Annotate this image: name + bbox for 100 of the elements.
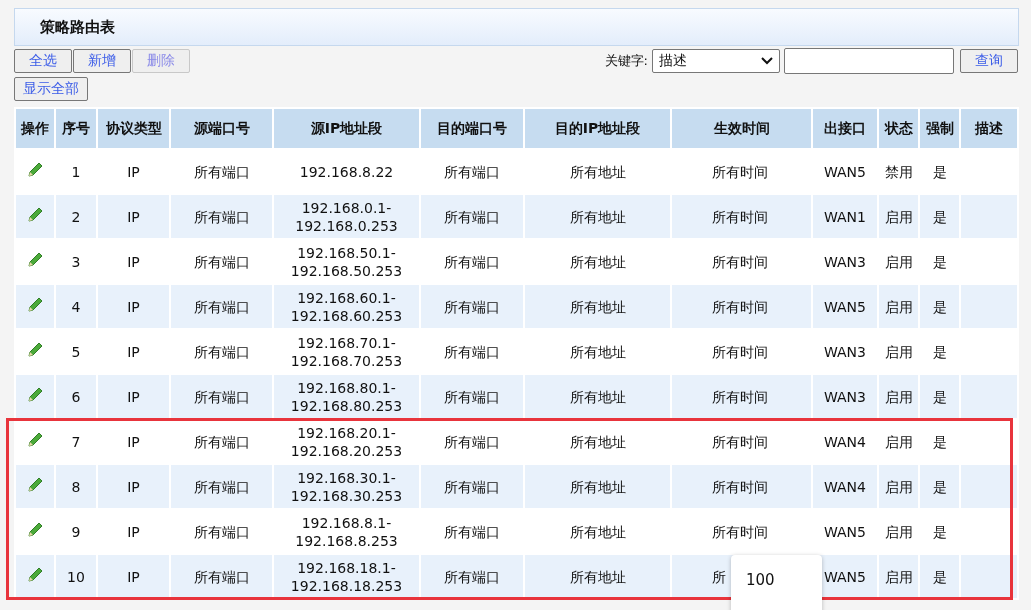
table-cell: 所有端口 — [193, 208, 250, 225]
table-cell: 所有端口 — [193, 253, 250, 270]
table-cell: 所有端口 — [193, 478, 250, 495]
column-header: 状态 — [878, 108, 919, 149]
table-cell: WAN1 — [823, 208, 866, 225]
table-cell: IP — [127, 163, 140, 180]
table-cell: 192.168.20.1- 192.168.20.253 — [290, 424, 403, 459]
toolbar-button[interactable]: 全选 — [14, 49, 72, 73]
pencil-icon[interactable] — [26, 250, 44, 269]
table-cell: 是 — [932, 343, 947, 360]
table-cell: 所有端口 — [193, 298, 250, 315]
table-cell: 是 — [932, 478, 947, 495]
column-header: 强制 — [919, 108, 960, 149]
table-cell: IP — [127, 568, 140, 585]
table-cell: 所有时间 — [712, 208, 768, 225]
column-header: 出接口 — [812, 108, 878, 149]
pencil-icon[interactable] — [26, 295, 44, 314]
table-cell: 所有地址 — [569, 343, 626, 360]
page-title: 策略路由表 — [40, 17, 115, 37]
pencil-icon[interactable] — [26, 385, 44, 404]
table-cell: 所有地址 — [569, 388, 626, 405]
table-cell: 所有端口 — [193, 433, 250, 450]
table-cell: 所有时间 — [712, 343, 768, 360]
table-cell: 所有端口 — [444, 568, 500, 585]
pencil-icon[interactable] — [26, 475, 44, 494]
table-cell: 所有地址 — [569, 298, 626, 315]
table-cell: 192.168.8.1- 192.168.8.253 — [295, 514, 398, 549]
table-cell: 启用 — [884, 568, 913, 585]
dropdown-popup[interactable]: 100 — [731, 555, 822, 610]
table-cell: 192.168.30.1- 192.168.30.253 — [290, 469, 403, 504]
table-cell: 所有地址 — [569, 208, 626, 225]
table-cell: 启用 — [884, 523, 913, 540]
column-header: 序号 — [55, 108, 97, 149]
pencil-icon[interactable] — [26, 520, 44, 539]
toolbar-button[interactable]: 新增 — [73, 49, 131, 73]
column-header: 描述 — [960, 108, 1018, 149]
table-cell: 所有端口 — [444, 433, 500, 450]
pencil-icon[interactable] — [26, 340, 44, 359]
table-cell: 192.168.50.1- 192.168.50.253 — [290, 244, 403, 279]
table-cell: 所有端口 — [444, 253, 500, 270]
column-header: 协议类型 — [97, 108, 170, 149]
query-button[interactable]: 查询 — [960, 49, 1018, 73]
table-cell: IP — [127, 478, 140, 495]
table-cell: 是 — [932, 298, 947, 315]
search-field[interactable] — [784, 48, 954, 74]
table-cell: 所有端口 — [444, 298, 500, 315]
table-cell: 所有地址 — [569, 253, 626, 270]
table-cell: 所有时间 — [712, 433, 768, 450]
table-cell: 启用 — [884, 343, 913, 360]
keyword-select[interactable]: 描述 — [652, 49, 780, 73]
column-header: 目的端口号 — [420, 108, 524, 149]
column-header: 生效时间 — [671, 108, 812, 149]
pencil-icon[interactable] — [26, 430, 44, 449]
table-cell: IP — [127, 343, 140, 360]
table-cell: 3 — [71, 253, 81, 270]
table-cell: 是 — [932, 433, 947, 450]
table-cell: 所有端口 — [444, 478, 500, 495]
keyword-label: 关键字: — [604, 52, 648, 70]
table-cell: 所有端口 — [193, 388, 250, 405]
table-cell: IP — [127, 388, 140, 405]
chevron-down-icon — [761, 57, 773, 65]
table-cell: 是 — [932, 208, 947, 225]
table-cell: 所 — [712, 568, 726, 585]
table-cell: 启用 — [884, 388, 913, 405]
table-cell: 所有端口 — [444, 523, 500, 540]
table-cell: 所有地址 — [569, 523, 626, 540]
table-cell: 所有时间 — [712, 298, 768, 315]
table-cell: 所有时间 — [712, 523, 768, 540]
table-cell: 8 — [71, 478, 81, 495]
table-cell: IP — [127, 523, 140, 540]
table-cell: 禁用 — [884, 163, 913, 180]
pencil-icon[interactable] — [26, 565, 44, 584]
table-cell: 启用 — [884, 433, 913, 450]
table-cell: WAN5 — [823, 523, 866, 540]
table-cell: 是 — [932, 523, 947, 540]
table-cell: WAN5 — [823, 298, 866, 315]
table-cell: 192.168.60.1- 192.168.60.253 — [290, 289, 403, 324]
table-cell: WAN5 — [823, 568, 866, 585]
table-cell: 启用 — [884, 478, 913, 495]
table-cell: 所有端口 — [444, 388, 500, 405]
table-cell: 7 — [71, 433, 81, 450]
table-cell: 192.168.80.1- 192.168.80.253 — [290, 379, 403, 414]
table-cell: 是 — [932, 163, 947, 180]
table-cell: 启用 — [884, 208, 913, 225]
column-header: 操作 — [15, 108, 55, 149]
table-cell: 所有端口 — [193, 163, 250, 180]
table-cell: WAN3 — [823, 253, 866, 270]
table-cell: 5 — [71, 343, 81, 360]
show-all-button[interactable]: 显示全部 — [14, 77, 88, 101]
table-cell: 所有地址 — [569, 568, 626, 585]
table-cell: 所有时间 — [712, 478, 768, 495]
table-cell: WAN4 — [823, 478, 866, 495]
table-cell: 2 — [71, 208, 81, 225]
table-cell: IP — [127, 253, 140, 270]
pencil-icon[interactable] — [26, 205, 44, 224]
pencil-icon[interactable] — [26, 160, 44, 179]
table-cell: 所有时间 — [712, 163, 768, 180]
table-cell: 10 — [67, 568, 85, 585]
table-cell: IP — [127, 433, 140, 450]
table-cell: WAN4 — [823, 433, 866, 450]
